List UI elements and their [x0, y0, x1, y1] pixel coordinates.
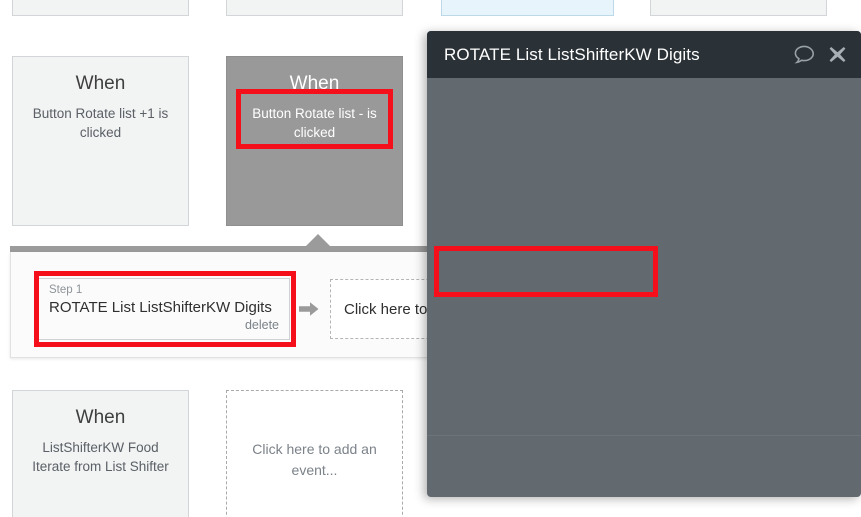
- event-card-when-label: When: [75, 73, 126, 94]
- event-card-rotate-plus-one[interactable]: When Button Rotate list +1 is clicked: [12, 56, 189, 226]
- arrow-right-icon: [298, 299, 320, 319]
- event-card-rotate-minus[interactable]: When Button Rotate list - is clicked: [226, 56, 403, 226]
- trigger-row: trigger Click: [427, 367, 861, 405]
- partial-card-4[interactable]: [650, 0, 827, 16]
- add-event-card[interactable]: Click here to add an event...: [226, 390, 403, 517]
- section-divider: [427, 435, 861, 436]
- event-card-description: Button Rotate list - is clicked: [252, 105, 377, 141]
- action-property-editor: ROTATE List ListShifterKW Digits Element: [427, 31, 861, 497]
- only-when-row: Only when Click: [427, 447, 861, 485]
- header-icon-group: [794, 31, 847, 78]
- event-card-when-label: When: [75, 407, 126, 428]
- rotate-list-by-row: Rotate List by -1: [427, 301, 861, 339]
- add-event-placeholder: Click here to add an event...: [252, 441, 377, 478]
- partial-card-1[interactable]: [12, 0, 189, 16]
- property-editor-header: ROTATE List ListShifterKW Digits: [427, 31, 861, 78]
- close-icon[interactable]: [828, 45, 847, 64]
- property-editor-title: ROTATE List ListShifterKW Digits: [444, 44, 700, 64]
- partial-card-2[interactable]: [226, 0, 403, 16]
- event-card-when-label: When: [289, 73, 340, 94]
- add-action-placeholder: Click here to: [344, 300, 428, 318]
- app-root: When Button Rotate list +1 is clicked Wh…: [0, 0, 861, 517]
- element-row: Element ListShifterKW Digits: [427, 112, 861, 150]
- property-editor-body: Element ListShifterKW Digits ROTATE INFO…: [427, 78, 861, 497]
- event-card-description: ListShifterKW Food Iterate from List Shi…: [32, 439, 169, 475]
- step-delete-link[interactable]: delete: [49, 318, 279, 333]
- partial-card-3[interactable]: [441, 0, 614, 16]
- event-card-food-iterate[interactable]: When ListShifterKW Food Iterate from Lis…: [12, 390, 189, 517]
- event-card-description: Button Rotate list +1 is clicked: [32, 105, 169, 141]
- comment-icon[interactable]: [794, 45, 815, 64]
- step-title: ROTATE List ListShifterKW Digits: [49, 298, 272, 316]
- workflow-step-card[interactable]: Step 1 ROTATE List ListShifterKW Digits …: [38, 278, 290, 340]
- step-number-label: Step 1: [49, 284, 83, 296]
